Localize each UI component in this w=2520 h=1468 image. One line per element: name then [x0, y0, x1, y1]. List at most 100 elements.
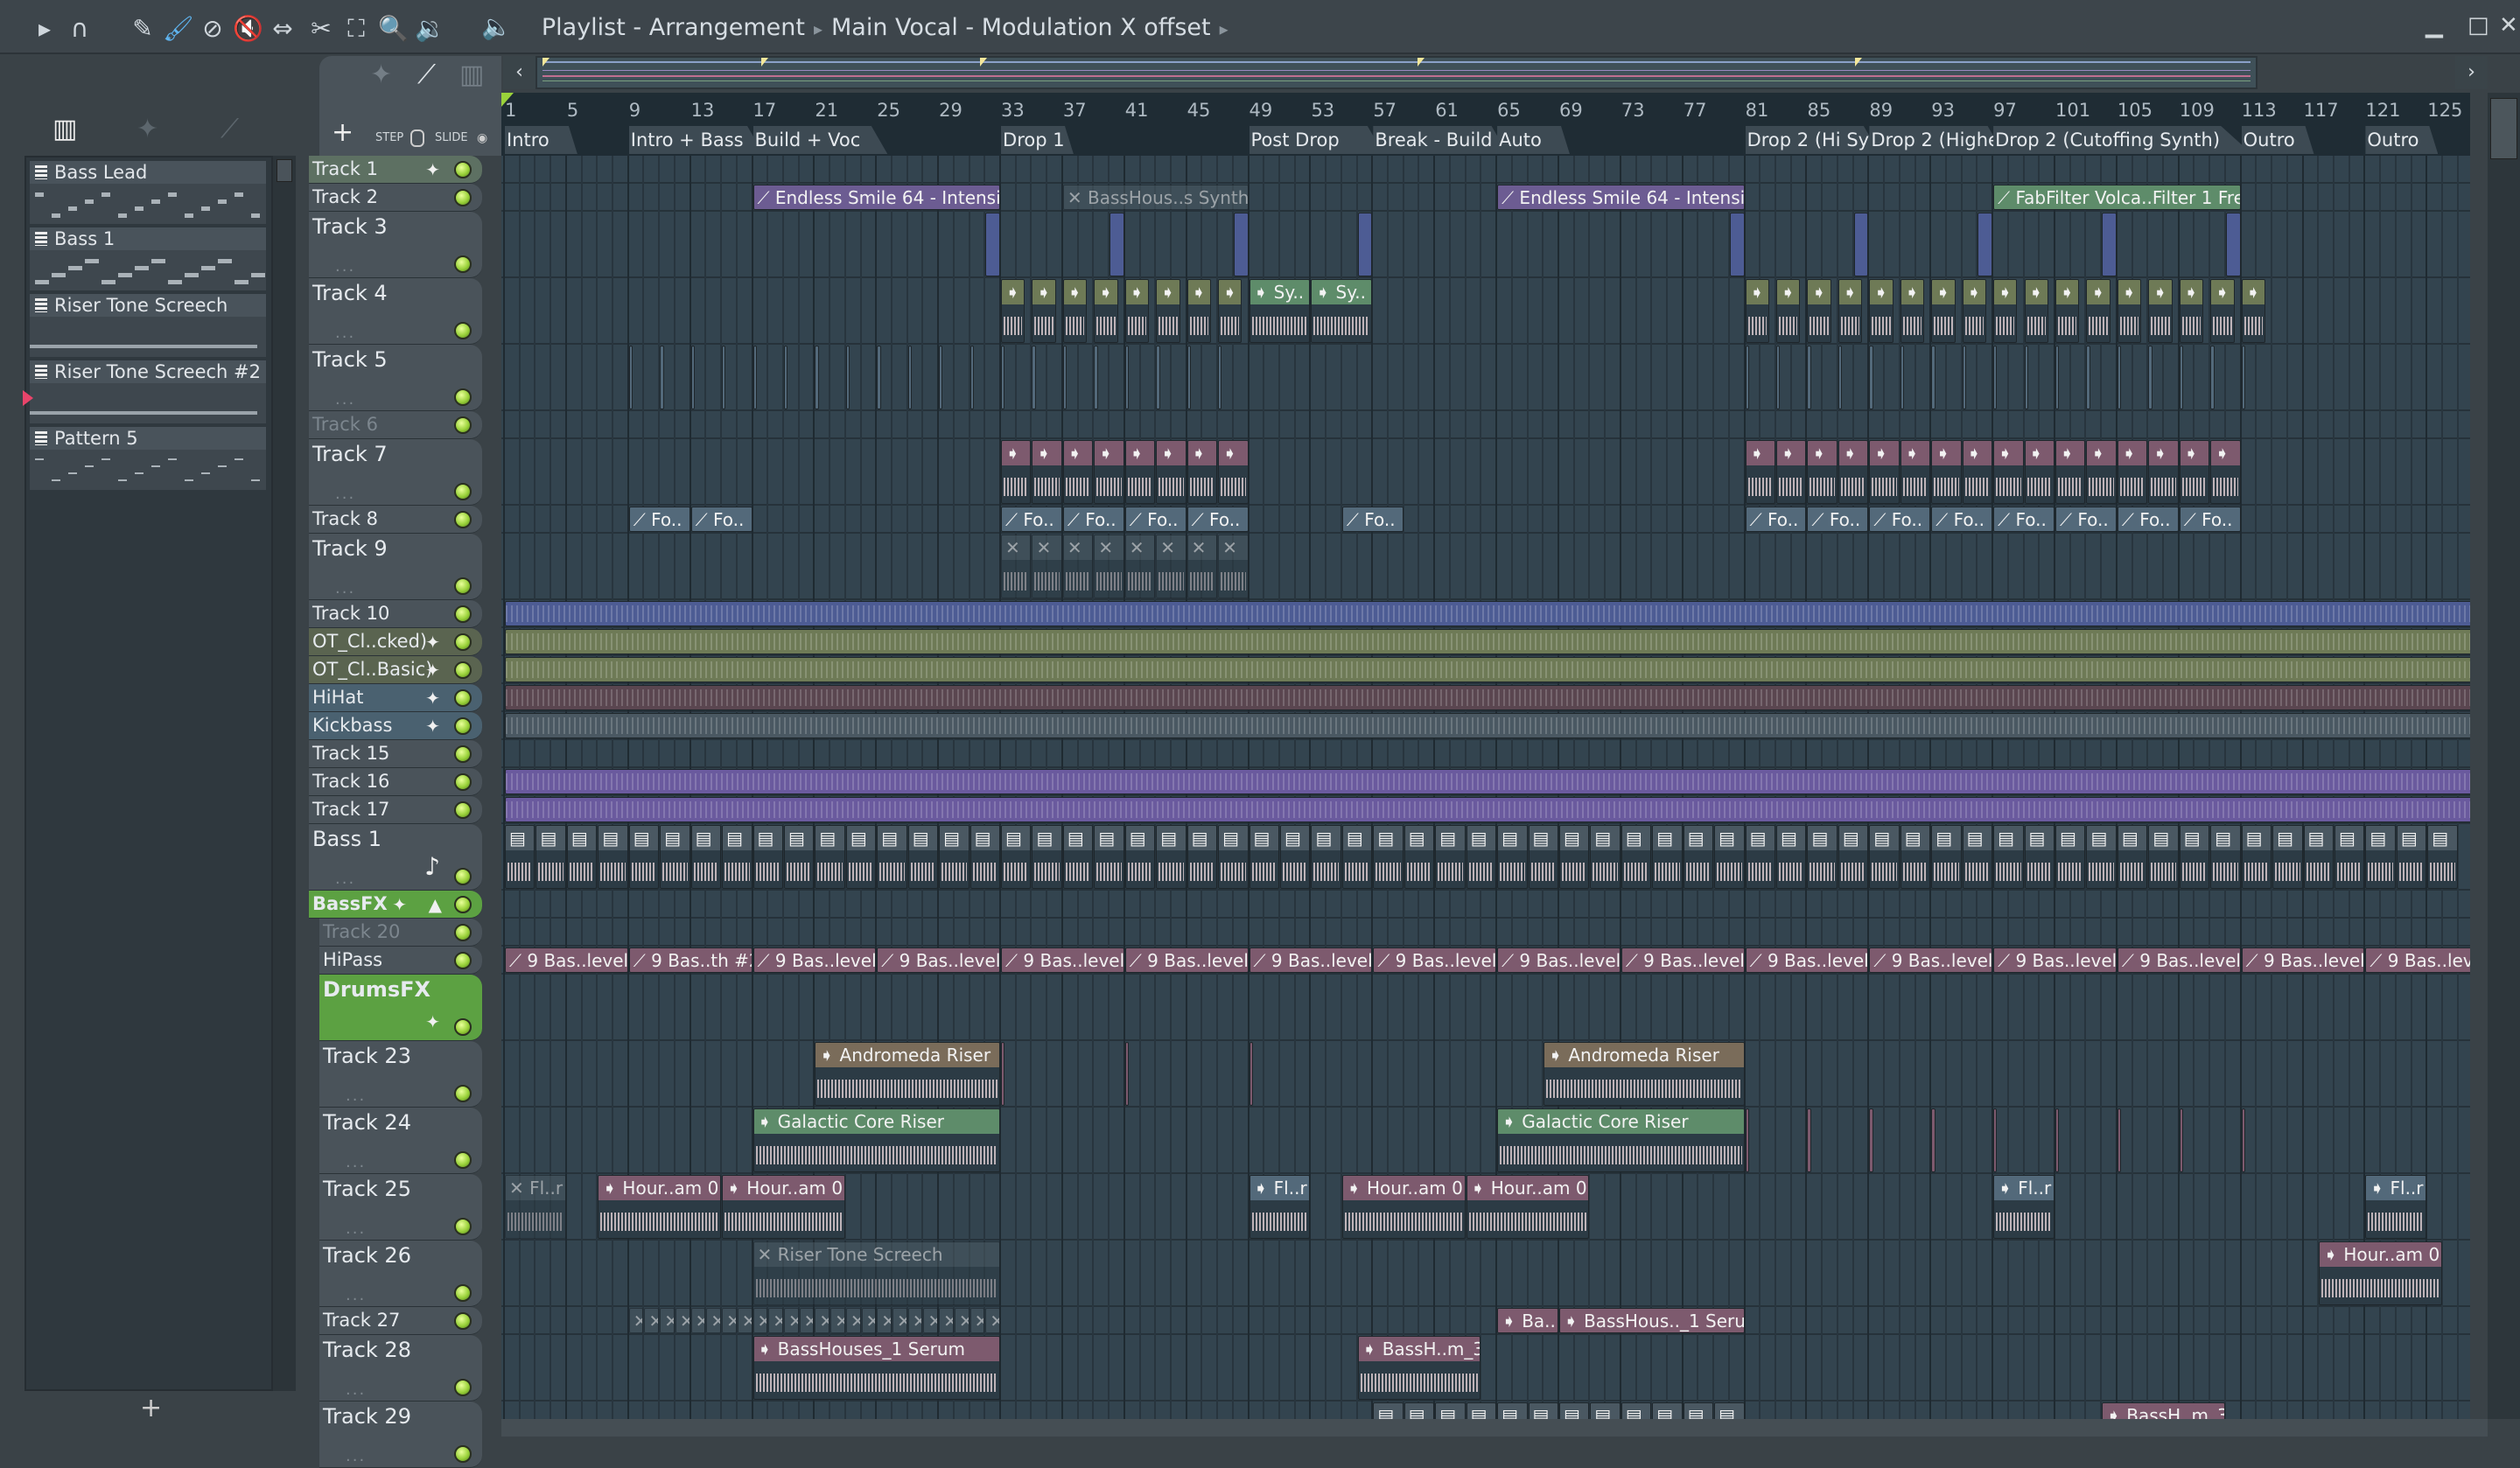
track-name[interactable]: Track 9	[312, 536, 388, 561]
horizontal-scrollbar[interactable]	[501, 1419, 2488, 1437]
pattern-clip[interactable]: ▤	[1683, 825, 1714, 889]
pattern-clip[interactable]: ▤	[660, 825, 690, 889]
title-subtitle[interactable]: Main Vocal - Modulation X offset	[831, 14, 1211, 41]
marker-outro[interactable]: Outro	[2241, 126, 2314, 154]
audio-clip[interactable]	[877, 346, 881, 409]
muted-clip[interactable]: ✕	[970, 1308, 985, 1333]
audio-clip[interactable]: ➧	[1124, 440, 1156, 504]
track-header[interactable]: Track 16	[309, 768, 482, 796]
pattern-clip[interactable]: ▤	[1341, 825, 1373, 889]
pattern-clip[interactable]: ▤	[845, 825, 877, 889]
audio-clip[interactable]	[505, 685, 2470, 710]
audio-clip[interactable]: ➧	[1900, 440, 1931, 504]
track-header[interactable]: HiPass	[319, 947, 482, 975]
track-mute-led[interactable]	[454, 388, 472, 406]
track-mute-led[interactable]	[454, 161, 472, 178]
pattern-clip[interactable]: ▤	[1249, 825, 1279, 889]
audio-clip[interactable]: ➧ Hour..am 01	[2319, 1241, 2442, 1305]
audio-clip[interactable]: ➧ Galactic Core Riser	[752, 1108, 1001, 1172]
track-mute-led[interactable]	[454, 1151, 472, 1169]
muted-clip[interactable]: ✕	[1156, 535, 1186, 598]
automation-clip[interactable]: ⟋ Fo..	[1186, 507, 1249, 532]
audio-clip[interactable]: ➧	[1807, 440, 1838, 504]
track-name[interactable]: Track 29	[323, 1404, 411, 1429]
audio-clip[interactable]	[1249, 1042, 1253, 1106]
audio-clip[interactable]: ➧	[1900, 279, 1925, 343]
audio-clip[interactable]	[2179, 346, 2184, 409]
audio-clip[interactable]: ➧	[2210, 440, 2241, 504]
marker-drop-2-hi-syn[interactable]: Drop 2 (Hi Syn	[1745, 126, 1880, 154]
muted-clip[interactable]: ✕	[1032, 535, 1062, 598]
track-name[interactable]: Track 17	[312, 799, 389, 820]
audio-clip[interactable]: ➧	[2024, 440, 2054, 504]
audio-clip[interactable]	[628, 346, 634, 409]
automation-clip[interactable]: ⟋ 9 Bas..level	[1124, 947, 1249, 973]
pattern-clip[interactable]: ▤	[1528, 825, 1558, 889]
muted-clip[interactable]: ✕	[752, 1308, 768, 1333]
audio-clip[interactable]: ➧	[1931, 279, 1956, 343]
automation-clip[interactable]: ⟋ Fo..	[1124, 507, 1186, 532]
muted-clip[interactable]: ✕	[1094, 535, 1124, 598]
track-mute-led[interactable]	[454, 1379, 472, 1396]
muted-clip[interactable]: ✕	[1062, 535, 1094, 598]
automation-clip[interactable]: ⟋ Fo..	[2179, 507, 2241, 532]
audio-clip[interactable]: ➧	[1776, 279, 1801, 343]
pattern-item[interactable]: Riser Tone Screech #2	[23, 360, 266, 423]
pattern-clip[interactable]: ▤	[970, 825, 1001, 889]
track-header[interactable]: HiHat ✦	[309, 684, 482, 712]
playback-icon[interactable]: 🔉	[415, 14, 445, 44]
audio-clip[interactable]	[2102, 213, 2117, 276]
track-name[interactable]: Track 3	[312, 214, 388, 239]
audio-clip[interactable]	[2241, 1108, 2245, 1172]
muted-clip[interactable]: ✕	[660, 1308, 675, 1333]
audio-clip[interactable]: ➧ Fl..r	[1249, 1175, 1311, 1239]
muted-clip[interactable]: ✕	[1218, 535, 1249, 598]
track-mute-led[interactable]	[454, 605, 472, 623]
track-mute-led[interactable]	[454, 1284, 472, 1302]
muted-clip[interactable]: ✕	[830, 1308, 845, 1333]
maximize-button[interactable]: □	[2468, 12, 2489, 38]
audio-clip[interactable]: ➧	[2117, 440, 2148, 504]
track-header[interactable]: Track 10	[309, 600, 482, 628]
pattern-clip[interactable]: ▤	[1683, 1402, 1714, 1419]
piano-roll-icon[interactable]: ▥	[52, 114, 77, 144]
track-name[interactable]: Track 20	[323, 921, 400, 942]
muted-clip[interactable]: ✕	[690, 1308, 706, 1333]
automation-clip[interactable]: ⟋ 9 Bas..level	[752, 947, 877, 973]
pattern-clip[interactable]: ▤	[2148, 825, 2179, 889]
audio-clip[interactable]: ➧ Hour..am 01	[1466, 1175, 1590, 1239]
track-mute-led[interactable]	[454, 511, 472, 528]
automation-clip[interactable]: ⟋ Endless Smile 64 - Intensit	[752, 185, 1001, 210]
track-mute-led[interactable]	[454, 689, 472, 707]
audio-clip[interactable]	[1745, 346, 1749, 409]
audio-clip[interactable]	[505, 769, 2470, 794]
magnet-icon[interactable]: ∩	[65, 14, 94, 44]
marker-intro[interactable]: Intro	[505, 126, 578, 154]
audio-clip[interactable]: ➧	[2241, 279, 2265, 343]
muted-clip[interactable]: ✕	[644, 1308, 660, 1333]
pattern-clip[interactable]: ▤	[690, 825, 722, 889]
audio-clip[interactable]	[1776, 346, 1781, 409]
audio-wave-icon[interactable]: ✦	[136, 114, 158, 144]
pattern-clip[interactable]: ▤	[815, 825, 845, 889]
audio-clip[interactable]: ➧ Sy..	[1311, 279, 1373, 343]
track-mute-led[interactable]	[454, 255, 472, 273]
pattern-clip[interactable]: ▤	[2055, 825, 2086, 889]
muted-clip[interactable]: ✕	[815, 1308, 830, 1333]
paint-brush-icon[interactable]: 🖌	[163, 14, 194, 44]
track-name[interactable]: Track 28	[323, 1338, 411, 1362]
muted-clip[interactable]: ✕	[768, 1308, 783, 1333]
pattern-clip[interactable]: ▤	[1931, 825, 1962, 889]
track-name[interactable]: Track 24	[323, 1110, 411, 1135]
audio-clip[interactable]: ➧	[1218, 279, 1242, 343]
track-name[interactable]: Track 4	[312, 281, 388, 305]
audio-clip[interactable]	[2148, 346, 2152, 409]
audio-clip[interactable]: ➧	[1094, 279, 1118, 343]
add-track-button[interactable]: +	[332, 117, 354, 148]
track-name[interactable]: Track 26	[323, 1243, 411, 1268]
automation-clip[interactable]: ⟋ Fo..	[1993, 507, 2054, 532]
slide-toggle[interactable]: ◉	[477, 131, 487, 145]
mute-icon[interactable]: 🔇	[233, 14, 263, 44]
audio-clip[interactable]: ➧	[1156, 279, 1180, 343]
track-name[interactable]: Kickbass	[312, 715, 392, 736]
